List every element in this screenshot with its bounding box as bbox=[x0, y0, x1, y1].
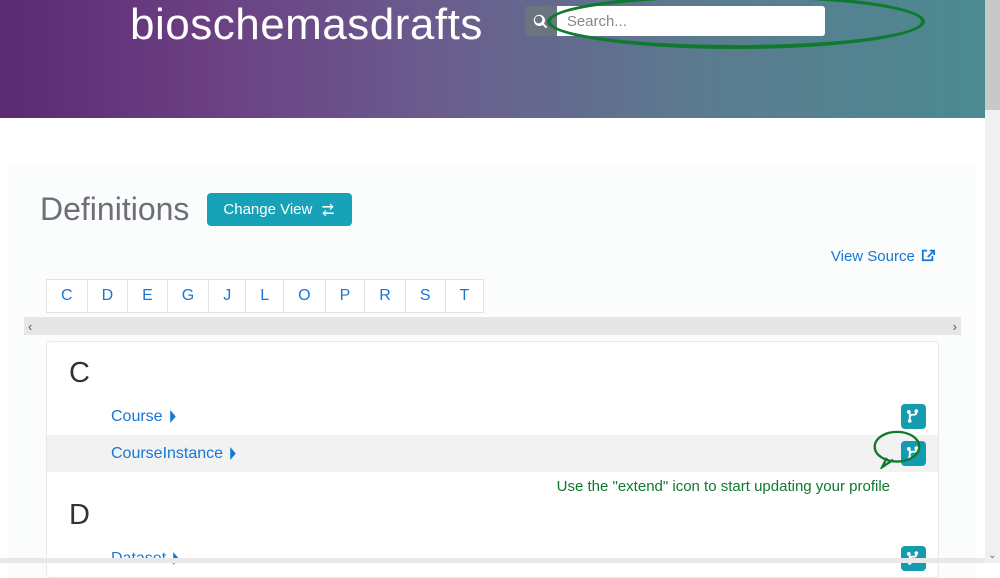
horizontal-scrollbar[interactable] bbox=[0, 558, 985, 563]
search-input[interactable] bbox=[557, 6, 825, 36]
header: bioschemasdrafts bbox=[0, 0, 985, 118]
az-item-p[interactable]: P bbox=[326, 279, 366, 313]
change-view-label: Change View bbox=[223, 201, 312, 218]
view-source-label: View Source bbox=[831, 248, 915, 265]
search-container bbox=[525, 6, 825, 36]
extend-button-courseinstance[interactable] bbox=[901, 441, 926, 466]
item-link-course[interactable]: Course bbox=[111, 408, 177, 426]
az-item-d[interactable]: D bbox=[88, 279, 129, 313]
page-title: Definitions bbox=[40, 191, 189, 228]
view-source-row: View Source bbox=[10, 228, 975, 274]
item-link-courseinstance[interactable]: CourseInstance bbox=[111, 445, 237, 463]
section-letter-c: C bbox=[47, 357, 938, 398]
chevron-right-icon bbox=[169, 410, 177, 423]
search-icon bbox=[533, 14, 548, 29]
az-item-e[interactable]: E bbox=[128, 279, 168, 313]
az-item-g[interactable]: G bbox=[168, 279, 209, 313]
definitions-card: Definitions Change View View Source C D … bbox=[10, 163, 975, 578]
main: Definitions Change View View Source C D … bbox=[0, 163, 985, 578]
chevron-right-icon: › bbox=[953, 319, 957, 334]
external-link-icon bbox=[921, 248, 935, 262]
git-branch-icon bbox=[906, 446, 921, 461]
change-view-button[interactable]: Change View bbox=[207, 193, 352, 226]
az-item-t[interactable]: T bbox=[446, 279, 485, 313]
az-item-l[interactable]: L bbox=[246, 279, 284, 313]
chevron-right-icon bbox=[229, 447, 237, 460]
git-branch-icon bbox=[906, 409, 921, 424]
swap-icon bbox=[320, 203, 336, 217]
chevron-down-icon[interactable]: ⌄ bbox=[985, 547, 1000, 563]
az-item-c[interactable]: C bbox=[46, 279, 88, 313]
item-label: Course bbox=[111, 408, 163, 426]
view-source-link[interactable]: View Source bbox=[831, 248, 935, 265]
list-item: CourseInstance bbox=[47, 435, 938, 472]
annotation-hint: Use the "extend" icon to start updating … bbox=[47, 472, 938, 499]
section-letter-d: D bbox=[47, 499, 938, 540]
item-label: CourseInstance bbox=[111, 445, 223, 463]
scrollbar-thumb[interactable] bbox=[985, 0, 1000, 110]
extend-button-course[interactable] bbox=[901, 404, 926, 429]
vertical-scrollbar[interactable]: ⌄ bbox=[985, 0, 1000, 563]
list-item: Course bbox=[47, 398, 938, 435]
search-button[interactable] bbox=[525, 6, 557, 36]
horizontal-scroll-hint[interactable]: ‹ › bbox=[24, 317, 961, 335]
az-item-o[interactable]: O bbox=[284, 279, 325, 313]
az-index: C D E G J L O P R S T bbox=[10, 279, 975, 313]
content-panel: C Course CourseInstance Use th bbox=[46, 341, 939, 578]
brand-title: bioschemasdrafts bbox=[130, 0, 483, 50]
az-item-j[interactable]: J bbox=[209, 279, 246, 313]
az-item-s[interactable]: S bbox=[406, 279, 446, 313]
title-row: Definitions Change View bbox=[10, 191, 975, 228]
az-item-r[interactable]: R bbox=[365, 279, 406, 313]
chevron-left-icon: ‹ bbox=[28, 319, 32, 334]
